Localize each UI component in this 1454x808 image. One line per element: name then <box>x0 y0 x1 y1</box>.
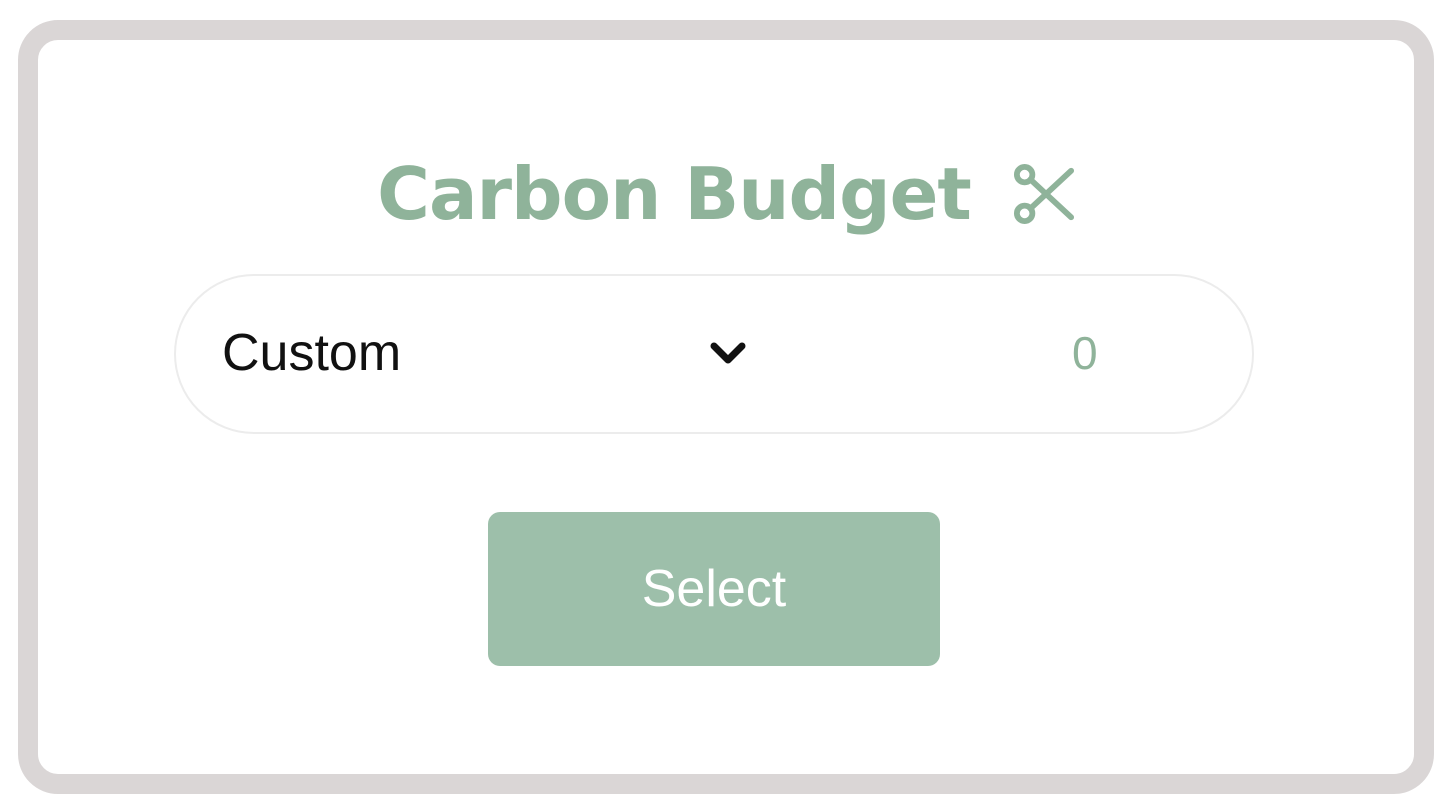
title-row: Carbon Budget <box>38 158 1414 230</box>
budget-value[interactable]: 0 <box>1072 326 1098 381</box>
select-button[interactable]: Select <box>488 512 940 666</box>
budget-selector[interactable]: Custom 0 <box>174 274 1254 434</box>
chevron-down-icon[interactable] <box>708 338 748 370</box>
budget-type-select[interactable]: Custom <box>222 322 401 384</box>
scissors-icon <box>1013 163 1075 225</box>
carbon-budget-card: Carbon Budget Custom 0 Select <box>18 20 1434 794</box>
page-title: Carbon Budget <box>377 152 972 236</box>
